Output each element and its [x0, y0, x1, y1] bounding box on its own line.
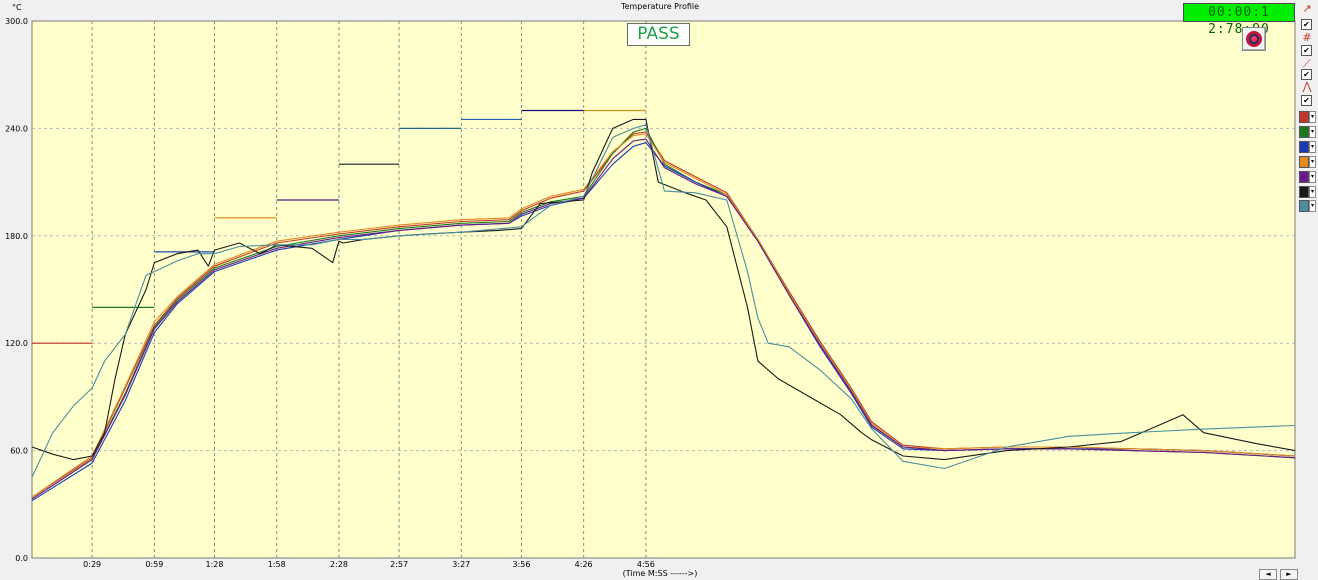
channel-5-swatch[interactable]: ▾ [1299, 171, 1316, 183]
channel-3-swatch[interactable]: ▾ [1299, 141, 1316, 153]
timer-display: 00:00:1 2:78:90 [1183, 3, 1295, 37]
line-tool-check[interactable]: ✔ [1301, 69, 1312, 80]
grid-check[interactable]: ✔ [1301, 45, 1312, 56]
x-tick-label: 0:29 [83, 560, 101, 569]
x-tick-label: 0:59 [145, 560, 163, 569]
y-tick-label: 240.0 [5, 124, 28, 133]
temperature-chart: 300.0 240.0 180.0 120.0 60.0 0.0 0:29 0:59 1:28 1… [5, 17, 1296, 569]
peak-icon[interactable]: ⋀ [1299, 80, 1315, 94]
x-tick-label: 1:28 [206, 560, 224, 569]
cursor-icon[interactable]: ↗ [1299, 2, 1315, 16]
x-tick-label: 4:26 [575, 560, 593, 569]
y-tick-label: 60.0 [10, 447, 28, 456]
cursor-check[interactable]: ✔ [1301, 19, 1312, 30]
pass-status-badge: PASS [627, 23, 690, 46]
channel-1-swatch[interactable]: ▾ [1299, 111, 1316, 123]
scroll-right-button[interactable]: ► [1280, 569, 1298, 580]
y-tick-label: 120.0 [5, 339, 28, 348]
x-tick-label: 1:58 [268, 560, 286, 569]
x-axis-label: (Time M:SS ------>) [622, 569, 698, 578]
channel-2-swatch[interactable]: ▾ [1299, 126, 1316, 138]
x-tick-label: 4:56 [637, 560, 655, 569]
x-tick-label: 3:56 [512, 560, 530, 569]
x-tick-label: 3:27 [452, 560, 470, 569]
y-tick-label: 300.0 [5, 17, 28, 26]
y-tick-label: 180.0 [5, 232, 28, 241]
x-tick-label: 2:28 [330, 560, 348, 569]
channel-7-swatch[interactable]: ▾ [1299, 200, 1316, 212]
channel-6-swatch[interactable]: ▾ [1299, 186, 1316, 198]
grid-icon[interactable]: # [1299, 31, 1315, 45]
record-icon [1246, 31, 1262, 47]
plot-area [31, 20, 1296, 559]
chart-title: Temperature Profile [620, 2, 700, 11]
side-toolbar: ↗ ✔ # ✔ ⟋ ✔ ⋀ ✔ ▾ ▾ ▾ ▾ ▾ ▾ ▾ [1298, 0, 1318, 580]
record-button[interactable] [1242, 27, 1266, 51]
y-tick-label: 0.0 [15, 554, 28, 563]
x-tick-label: 2:57 [390, 560, 408, 569]
channel-4-swatch[interactable]: ▾ [1299, 156, 1316, 168]
peak-check[interactable]: ✔ [1301, 95, 1312, 106]
y-unit-label: °C [12, 3, 22, 12]
scroll-left-button[interactable]: ◄ [1259, 569, 1277, 580]
